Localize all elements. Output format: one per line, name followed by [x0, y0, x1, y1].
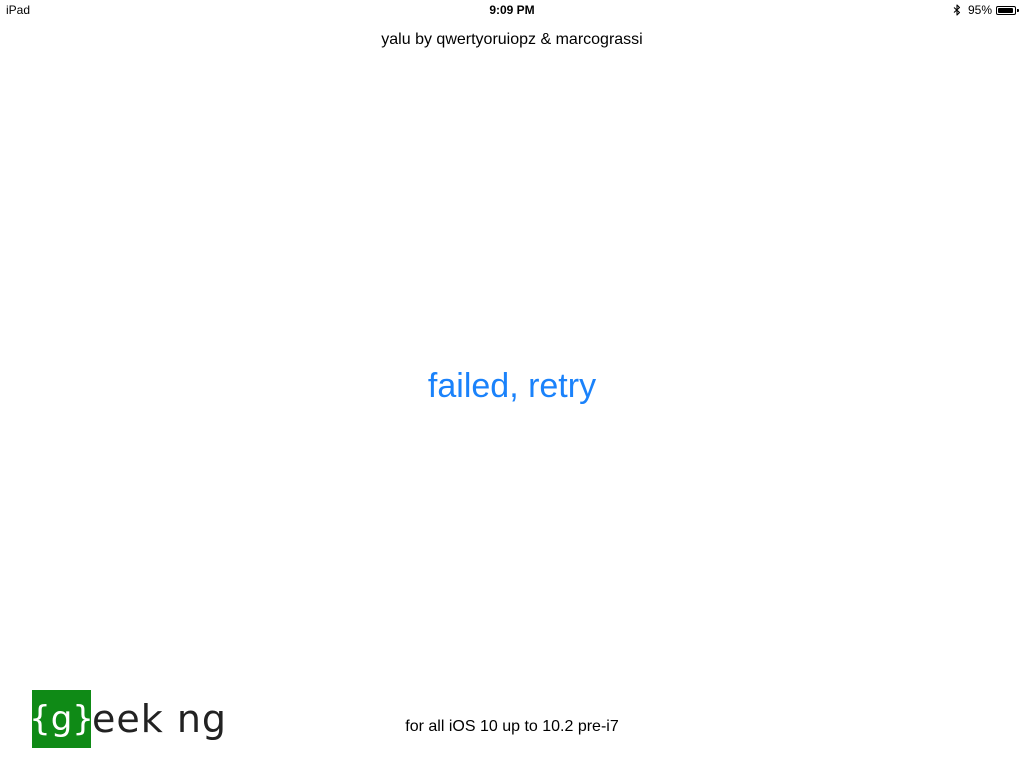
watermark-logo: {g} eek ng: [29, 690, 228, 748]
watermark-logo-text: eek ng: [92, 697, 228, 741]
status-bar: iPad 9:09 PM 95%: [0, 0, 1024, 20]
retry-button[interactable]: failed, retry: [312, 364, 712, 408]
battery-icon: [996, 5, 1019, 15]
bluetooth-icon: [953, 4, 961, 16]
status-indicators: 95%: [953, 2, 1019, 18]
battery-tip: [1017, 8, 1019, 12]
battery-percent: 95%: [967, 3, 992, 17]
watermark-logo-mark: {g}: [29, 690, 94, 748]
battery-fill: [998, 7, 1014, 13]
app-credit: yalu by qwertyoruiopz & marcograssi: [381, 31, 643, 48]
status-time: 9:09 PM: [489, 3, 535, 17]
